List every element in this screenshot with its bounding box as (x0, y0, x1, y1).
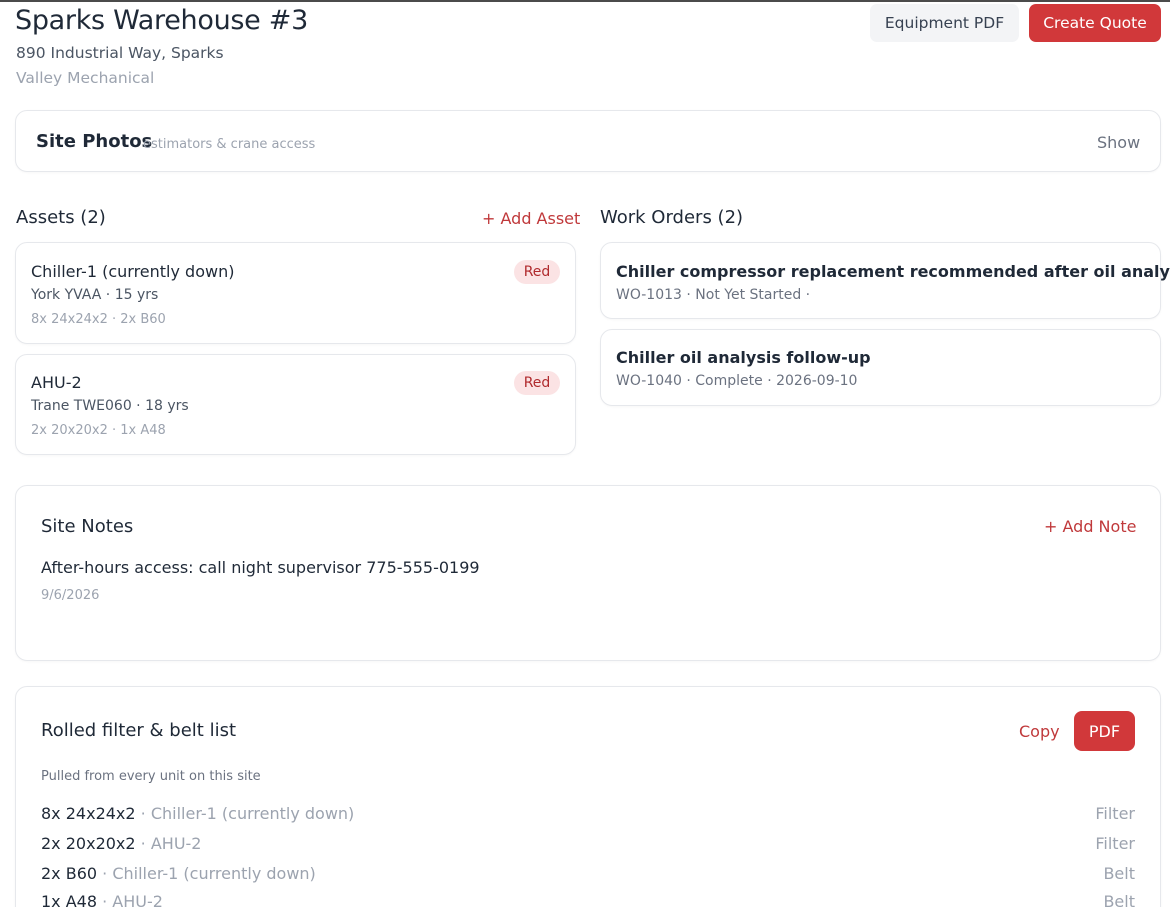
item-qty: 1x A48 (41, 892, 98, 907)
item-unit: · Chiller-1 (currently down) (135, 804, 355, 823)
list-item: 2x 20x20x2 · AHU-2 (41, 834, 201, 853)
show-photos-button[interactable]: Show (1097, 133, 1140, 152)
work-order-title: Chiller compressor replacement recommend… (616, 262, 1170, 281)
add-note-button[interactable]: + Add Note (1044, 517, 1136, 536)
add-asset-button[interactable]: + Add Asset (482, 209, 580, 228)
item-unit: · AHU-2 (135, 834, 202, 853)
create-quote-button[interactable]: Create Quote (1029, 4, 1161, 42)
pdf-button[interactable]: PDF (1074, 711, 1135, 751)
status-badge: Red (514, 371, 560, 395)
work-order-meta: WO-1013 · Not Yet Started · (616, 287, 811, 303)
note-date: 9/6/2026 (41, 588, 100, 603)
item-unit: · Chiller-1 (currently down) (97, 864, 316, 883)
list-item: 1x A48 · AHU-2 (41, 892, 163, 907)
site-photos-title: Site Photos (36, 131, 153, 152)
item-qty: 8x 24x24x2 (41, 804, 136, 823)
item-qty: 2x 20x20x2 (41, 834, 136, 853)
item-qty: 2x B60 (41, 864, 98, 883)
item-type: Filter (1095, 834, 1135, 853)
status-badge: Red (514, 260, 560, 284)
asset-parts: 2x 20x20x2 · 1x A48 (31, 423, 166, 438)
page-title: Sparks Warehouse #3 (15, 5, 308, 36)
copy-button[interactable]: Copy (1019, 722, 1060, 741)
company-name: Valley Mechanical (16, 69, 155, 87)
list-item: 2x B60 · Chiller-1 (currently down) (41, 864, 316, 883)
item-unit: · AHU-2 (97, 892, 163, 907)
equipment-pdf-button[interactable]: Equipment PDF (870, 4, 1019, 42)
asset-model: Trane TWE060 · 18 yrs (31, 398, 189, 414)
work-orders-title: Work Orders (2) (600, 207, 744, 228)
rolled-list-subtitle: Pulled from every unit on this site (41, 769, 261, 784)
asset-parts: 8x 24x24x2 · 2x B60 (31, 312, 166, 327)
asset-name: AHU-2 (31, 373, 82, 392)
asset-name: Chiller-1 (currently down) (31, 262, 235, 281)
list-item: 8x 24x24x2 · Chiller-1 (currently down) (41, 804, 354, 823)
work-order-meta: WO-1040 · Complete · 2026-09-10 (616, 373, 858, 389)
asset-model: York YVAA · 15 yrs (31, 287, 159, 303)
site-notes-title: Site Notes (41, 516, 134, 537)
work-order-card[interactable] (600, 329, 1161, 406)
item-type: Filter (1095, 804, 1135, 823)
site-address: 890 Industrial Way, Sparks (16, 44, 224, 62)
assets-title: Assets (2) (16, 207, 106, 228)
item-type: Belt (1103, 864, 1135, 883)
item-type: Belt (1103, 892, 1135, 907)
note-text: After-hours access: call night superviso… (41, 558, 480, 577)
work-order-title: Chiller oil analysis follow-up (616, 348, 871, 367)
rolled-list-title: Rolled filter & belt list (41, 720, 237, 741)
site-photos-subtitle: estimators & crane access (143, 137, 316, 152)
